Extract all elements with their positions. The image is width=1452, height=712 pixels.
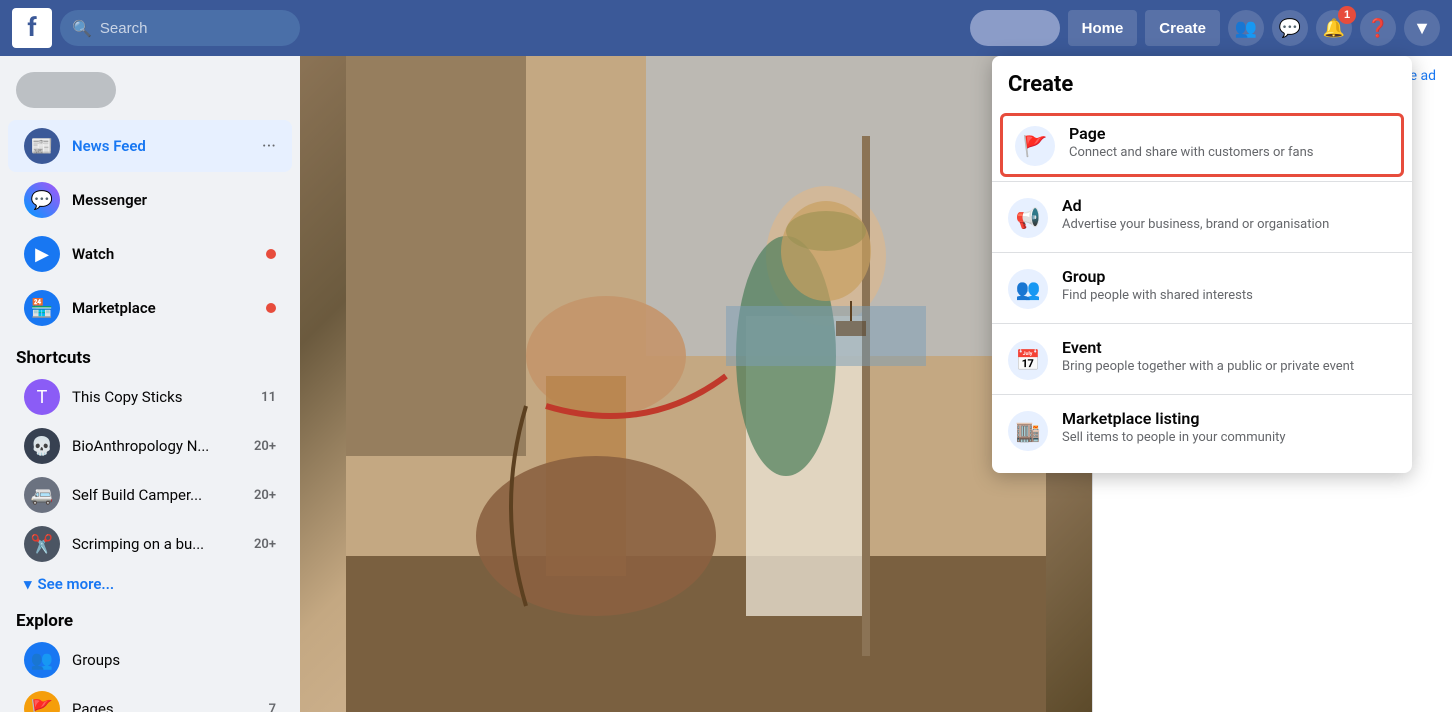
search-input[interactable] (100, 20, 288, 37)
ad-item-subtitle: Advertise your business, brand or organi… (1062, 217, 1396, 232)
help-icon-button[interactable]: ❓ (1360, 10, 1396, 46)
marketplace-label: Marketplace (72, 299, 254, 317)
group-icon: 👥 (1008, 269, 1048, 309)
sidebar-item-pages[interactable]: 🚩 Pages 7 (8, 685, 292, 712)
dropdown-title: Create (992, 68, 1412, 109)
pages-label: Pages (72, 700, 257, 712)
sidebar-item-groups[interactable]: 👥 Groups (8, 636, 292, 684)
divider-3 (992, 323, 1412, 324)
bioanthropology-icon: 💀 (24, 428, 60, 464)
messenger-sidebar-icon: 💬 (24, 182, 60, 218)
sidebar-item-newsfeed[interactable]: 📰 News Feed ··· (8, 120, 292, 172)
create-page-item[interactable]: 🚩 Page Connect and share with customers … (1000, 113, 1404, 177)
page-item-title: Page (1069, 124, 1389, 143)
selfbuildcamper-icon: 🚐 (24, 477, 60, 513)
event-item-title: Event (1062, 338, 1396, 357)
sidebar-user-avatar[interactable] (16, 72, 116, 108)
marketplace-listing-subtitle: Sell items to people in your community (1062, 430, 1396, 445)
see-more-button[interactable]: ▾ See more... (0, 569, 300, 599)
selfbuildcamper-label: Self Build Camper... (72, 486, 242, 504)
divider-4 (992, 394, 1412, 395)
watch-label: Watch (72, 245, 254, 263)
create-dropdown: Create 🚩 Page Connect and share with cus… (992, 56, 1412, 473)
shortcut-scrimpingona[interactable]: ✂️ Scrimping on a bu... 20+ (8, 520, 292, 568)
home-button[interactable]: Home (1068, 10, 1138, 46)
selfbuildcamper-count: 20+ (254, 488, 276, 503)
user-avatar-nav[interactable] (970, 10, 1060, 46)
divider-2 (992, 252, 1412, 253)
question-icon: ❓ (1367, 18, 1389, 39)
thiscopysticks-label: This Copy Sticks (72, 388, 249, 406)
newsfeed-label: News Feed (72, 137, 250, 155)
messenger-icon: 💬 (1279, 18, 1301, 39)
event-item-subtitle: Bring people together with a public or p… (1062, 359, 1396, 374)
shortcut-thiscopysticks[interactable]: T This Copy Sticks 11 (8, 373, 292, 421)
page-item-text: Page Connect and share with customers or… (1069, 124, 1389, 160)
marketplace-listing-text: Marketplace listing Sell items to people… (1062, 409, 1396, 445)
top-navigation: f 🔍 Home Create 👥 💬 🔔 1 ❓ ▼ (0, 0, 1452, 56)
friends-icon: 👥 (1235, 18, 1257, 39)
create-ad-item[interactable]: 📢 Ad Advertise your business, brand or o… (992, 186, 1412, 248)
scrimpingona-icon: ✂️ (24, 526, 60, 562)
page-item-subtitle: Connect and share with customers or fans (1069, 145, 1389, 160)
group-item-title: Group (1062, 267, 1396, 286)
thiscopysticks-icon: T (24, 379, 60, 415)
chevron-down-icon: ▼ (1413, 18, 1431, 39)
marketplace-notification-dot (266, 303, 276, 313)
event-icon: 📅 (1008, 340, 1048, 380)
shortcut-selfbuildcamper[interactable]: 🚐 Self Build Camper... 20+ (8, 471, 292, 519)
notifications-icon-button[interactable]: 🔔 1 (1316, 10, 1352, 46)
ad-item-text: Ad Advertise your business, brand or org… (1062, 196, 1396, 232)
left-sidebar: 📰 News Feed ··· 💬 Messenger ▶ Watch 🏪 Ma… (0, 56, 300, 712)
messenger-label: Messenger (72, 191, 276, 209)
marketplace-listing-title: Marketplace listing (1062, 409, 1396, 428)
scrimpingona-count: 20+ (254, 537, 276, 552)
friends-icon-button[interactable]: 👥 (1228, 10, 1264, 46)
bioanthropology-count: 20+ (254, 439, 276, 454)
sidebar-item-messenger[interactable]: 💬 Messenger (8, 174, 292, 226)
marketplace-listing-icon: 🏬 (1008, 411, 1048, 451)
ad-item-title: Ad (1062, 196, 1396, 215)
shortcut-bioanthropology[interactable]: 💀 BioAnthropology N... 20+ (8, 422, 292, 470)
marketplace-icon: 🏪 (24, 290, 60, 326)
scrimpingona-label: Scrimping on a bu... (72, 535, 242, 553)
messenger-icon-button[interactable]: 💬 (1272, 10, 1308, 46)
painting-background (300, 56, 1092, 712)
painting-svg (300, 56, 1092, 712)
newsfeed-icon: 📰 (24, 128, 60, 164)
watch-icon: ▶ (24, 236, 60, 272)
thiscopysticks-count: 11 (261, 390, 276, 405)
create-event-item[interactable]: 📅 Event Bring people together with a pub… (992, 328, 1412, 390)
sidebar-item-watch[interactable]: ▶ Watch (8, 228, 292, 280)
shortcuts-section-title: Shortcuts (0, 336, 300, 372)
sidebar-item-marketplace[interactable]: 🏪 Marketplace (8, 282, 292, 334)
page-icon: 🚩 (1015, 126, 1055, 166)
search-bar[interactable]: 🔍 (60, 10, 300, 46)
groups-label: Groups (72, 651, 276, 669)
dropdown-arrow-button[interactable]: ▼ (1404, 10, 1440, 46)
main-content (300, 56, 1092, 712)
see-more-label: See more... (38, 575, 115, 593)
create-button[interactable]: Create (1145, 10, 1220, 46)
notification-badge: 1 (1338, 6, 1356, 24)
explore-section-title: Explore (0, 599, 300, 635)
pages-count: 7 (269, 702, 276, 712)
create-group-item[interactable]: 👥 Group Find people with shared interest… (992, 257, 1412, 319)
ad-icon: 📢 (1008, 198, 1048, 238)
newsfeed-more-icon[interactable]: ··· (262, 136, 276, 157)
pages-icon: 🚩 (24, 691, 60, 712)
create-marketplace-listing-item[interactable]: 🏬 Marketplace listing Sell items to peop… (992, 399, 1412, 461)
bioanthropology-label: BioAnthropology N... (72, 437, 242, 455)
chevron-down-icon: ▾ (24, 575, 32, 593)
search-icon: 🔍 (72, 19, 92, 38)
facebook-logo: f (12, 8, 52, 48)
group-item-subtitle: Find people with shared interests (1062, 288, 1396, 303)
divider-1 (992, 181, 1412, 182)
watch-notification-dot (266, 249, 276, 259)
groups-icon: 👥 (24, 642, 60, 678)
event-item-text: Event Bring people together with a publi… (1062, 338, 1396, 374)
group-item-text: Group Find people with shared interests (1062, 267, 1396, 303)
